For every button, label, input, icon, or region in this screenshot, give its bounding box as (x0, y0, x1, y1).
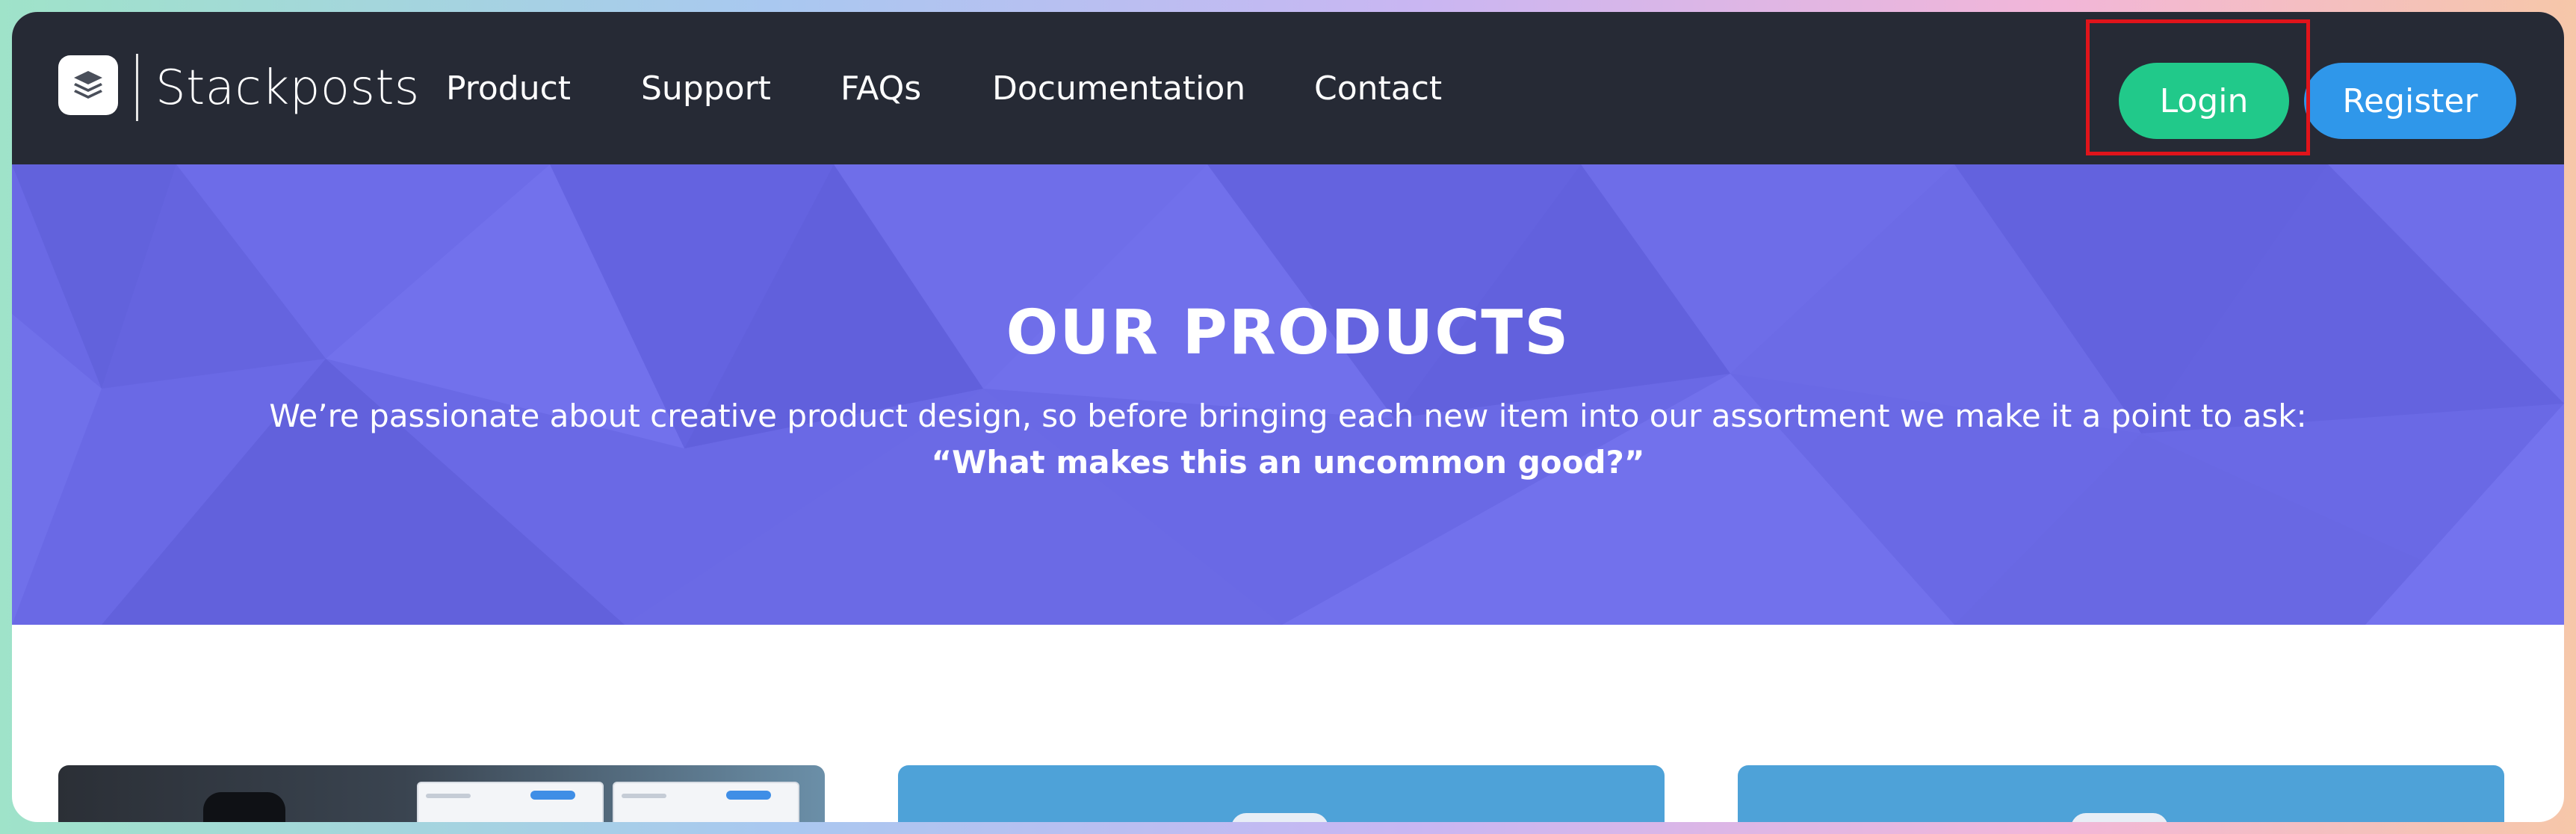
nav-support[interactable]: Support (641, 12, 771, 164)
hero-subtitle: We’re passionate about creative product … (269, 398, 2307, 434)
nav-product[interactable]: Product (446, 12, 571, 164)
hero-quote: “What makes this an uncommon good?” (931, 444, 1645, 481)
nav-documentation[interactable]: Documentation (992, 12, 1245, 164)
browser-frame: Stackposts Product Support FAQs Document… (12, 12, 2564, 822)
hero-section: OUR PRODUCTS We’re passionate about crea… (12, 164, 2564, 625)
product-card[interactable] (898, 765, 1665, 822)
card-device-top (1231, 813, 1328, 822)
hero-title: OUR PRODUCTS (1006, 297, 1570, 368)
preview-window (613, 782, 799, 822)
register-button[interactable]: Register (2304, 63, 2516, 139)
preview-window (417, 782, 604, 822)
product-card[interactable] (1738, 765, 2504, 822)
highlight-box (2086, 19, 2310, 155)
app-icon (203, 792, 285, 822)
nav-contact[interactable]: Contact (1314, 12, 1442, 164)
nav-faqs[interactable]: FAQs (840, 12, 921, 164)
product-card[interactable] (58, 765, 825, 822)
hero-background-pattern (12, 164, 2564, 625)
site-header: Stackposts Product Support FAQs Document… (12, 12, 2564, 164)
card-device-top (2071, 813, 2168, 822)
